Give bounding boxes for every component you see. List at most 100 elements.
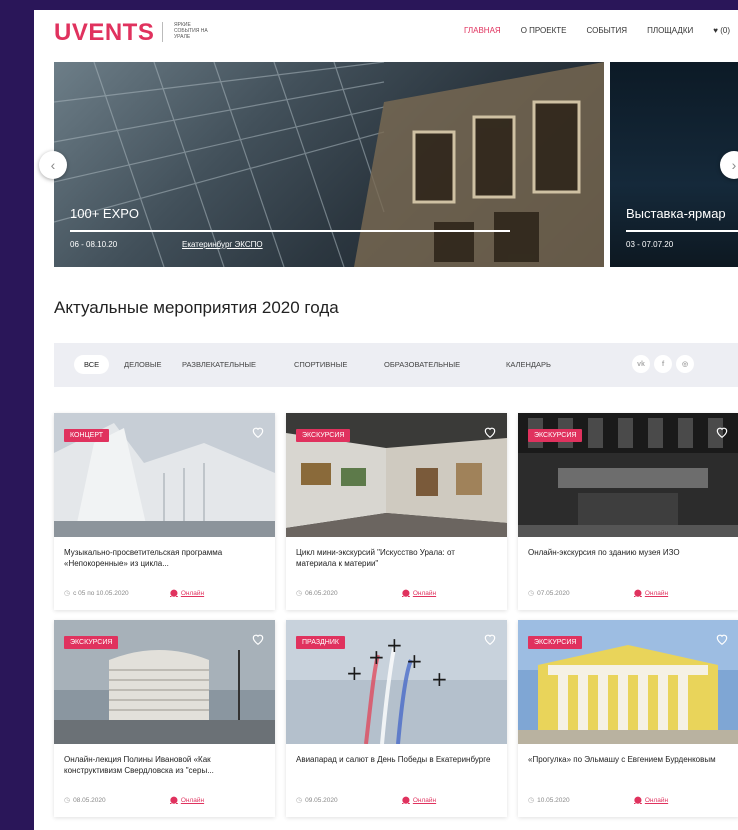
main-nav: ГЛАВНАЯ О ПРОЕКТЕ СОБЫТИЯ ПЛОЩАДКИ ♥ (0) xyxy=(464,26,730,35)
filter-all[interactable]: ВСЕ xyxy=(74,355,110,374)
event-card[interactable]: ЭКСКУРСИЯ Онлайн-лекция Полины Ивановой … xyxy=(54,620,275,817)
calendar-icon: ◷ xyxy=(64,797,71,804)
filter-entertainment[interactable]: РАЗВЛЕКАТЕЛЬНЫЕ xyxy=(182,360,256,369)
card-title: Авиапарад и салют в День Победы в Екатер… xyxy=(296,755,491,764)
date-text: 08.05.2020 xyxy=(73,796,106,804)
date-text: 10.05.2020 xyxy=(537,796,570,804)
card-location-link[interactable]: ⬤ Онлайн xyxy=(634,796,669,805)
category-badge: ПРАЗДНИК xyxy=(296,636,345,649)
heart-icon[interactable] xyxy=(715,632,729,646)
location-text: Онлайн xyxy=(644,796,669,804)
logo-divider xyxy=(162,22,163,42)
instagram-icon[interactable]: ◎ xyxy=(676,355,694,373)
heart-icon[interactable] xyxy=(715,425,729,439)
calendar-icon: ◷ xyxy=(64,590,71,597)
card-date: ◷ 08.05.2020 xyxy=(64,796,106,805)
favorites-link[interactable]: ♥ (0) xyxy=(713,26,730,35)
date-text: 09.05.2020 xyxy=(305,796,338,804)
card-location-link[interactable]: ⬤ Онлайн xyxy=(170,589,205,598)
card-date: ◷ 10.05.2020 xyxy=(528,796,570,805)
card-date: ◷ 06.05.2020 xyxy=(296,589,338,598)
facebook-icon[interactable]: f xyxy=(654,355,672,373)
slide-fair[interactable]: Выставка-ярмар 03 - 07.07.20 xyxy=(610,62,738,267)
card-title: Цикл мини-экскурсий "Искусство Урала: от… xyxy=(296,548,455,568)
card-title: Онлайн-лекция Полины Ивановой «Как конст… xyxy=(64,755,214,775)
card-title: «Прогулка» по Эльмашу с Евгением Бурденк… xyxy=(528,755,716,764)
card-title: Музыкально-просветительская программа «Н… xyxy=(64,548,223,568)
category-badge: ЭКСКУРСИЯ xyxy=(296,429,351,442)
logo[interactable]: UVENTS xyxy=(54,19,154,47)
svg-text:+: + xyxy=(368,645,385,669)
nav-about[interactable]: О ПРОЕКТЕ xyxy=(521,26,567,35)
heart-icon: ♥ xyxy=(713,26,718,35)
pin-icon: ⬤ xyxy=(402,797,410,804)
event-card[interactable]: ЭКСКУРСИЯ Цикл мини-экскурсий "Искусство… xyxy=(286,413,507,610)
filter-calendar[interactable]: КАЛЕНДАРЬ xyxy=(506,360,551,369)
tagline: яркие события на урале xyxy=(174,22,208,40)
date-text: 06.05.2020 xyxy=(305,589,338,597)
event-card[interactable]: ЭКСКУРСИЯ Онлайн-экскурсия по зданию муз… xyxy=(518,413,738,610)
pin-icon: ⬤ xyxy=(634,797,642,804)
event-card[interactable]: + + + + + ПРАЗДНИК Авиапарад и салют в День … xyxy=(286,620,507,817)
slide-place-link[interactable]: Екатеринбург ЭКСПО xyxy=(182,240,263,249)
nav-events[interactable]: СОБЫТИЯ xyxy=(587,26,628,35)
pin-icon: ⬤ xyxy=(170,797,178,804)
event-card[interactable]: КОНЦЕРТ Музыкально-просветительская прог… xyxy=(54,413,275,610)
card-location-link[interactable]: ⬤ Онлайн xyxy=(402,796,437,805)
slide-divider xyxy=(626,230,738,232)
filter-business[interactable]: ДЕЛОВЫЕ xyxy=(124,360,161,369)
card-location-link[interactable]: ⬤ Онлайн xyxy=(402,589,437,598)
heart-icon[interactable] xyxy=(251,425,265,439)
calendar-icon: ◷ xyxy=(296,797,303,804)
slide-date: 03 - 07.07.20 xyxy=(626,240,674,249)
favorites-count: (0) xyxy=(720,26,730,35)
calendar-icon: ◷ xyxy=(296,590,303,597)
location-text: Онлайн xyxy=(412,796,437,804)
category-badge: КОНЦЕРТ xyxy=(64,429,109,442)
pin-icon: ⬤ xyxy=(402,590,410,597)
chevron-left-icon: ‹ xyxy=(50,157,56,173)
card-date: ◷ 07.05.2020 xyxy=(528,589,570,598)
pin-icon: ⬤ xyxy=(170,590,178,597)
card-date: ◷ с 05 по 10.05.2020 xyxy=(64,589,129,598)
category-badge: ЭКСКУРСИЯ xyxy=(528,429,583,442)
location-text: Онлайн xyxy=(412,589,437,597)
card-location-link[interactable]: ⬤ Онлайн xyxy=(634,589,669,598)
hero-slider: 100+ EXPO 06 - 08.10.20 Екатеринбург ЭКС… xyxy=(34,62,738,267)
card-title: Онлайн-экскурсия по зданию музея ИЗО xyxy=(528,548,680,557)
nav-venues[interactable]: ПЛОЩАДКИ xyxy=(647,26,693,35)
calendar-icon: ◷ xyxy=(528,590,535,597)
location-text: Онлайн xyxy=(180,589,205,597)
date-text: 07.05.2020 xyxy=(537,589,570,597)
svg-text:+: + xyxy=(431,667,448,691)
slide-expo[interactable]: 100+ EXPO 06 - 08.10.20 Екатеринбург ЭКС… xyxy=(54,62,604,267)
chevron-right-icon: › xyxy=(731,157,737,173)
slider-prev-button[interactable]: ‹ xyxy=(39,151,67,179)
pin-icon: ⬤ xyxy=(634,590,642,597)
heart-icon[interactable] xyxy=(483,425,497,439)
location-text: Онлайн xyxy=(644,589,669,597)
site-header: UVENTS яркие события на урале ГЛАВНАЯ О … xyxy=(34,10,738,54)
card-location-link[interactable]: ⬤ Онлайн xyxy=(170,796,205,805)
page-frame: UVENTS яркие события на урале ГЛАВНАЯ О … xyxy=(34,10,738,830)
filter-sports[interactable]: СПОРТИВНЫЕ xyxy=(294,360,347,369)
svg-text:+: + xyxy=(406,649,423,673)
vk-icon[interactable]: vk xyxy=(632,355,650,373)
building-image xyxy=(54,62,604,267)
category-badge: ЭКСКУРСИЯ xyxy=(64,636,119,649)
heart-icon[interactable] xyxy=(483,632,497,646)
section-title: Актуальные мероприятия 2020 года xyxy=(54,298,339,317)
event-card[interactable]: ЭКСКУРСИЯ «Прогулка» по Эльмашу с Евгени… xyxy=(518,620,738,817)
slide-title: 100+ EXPO xyxy=(70,206,140,221)
nav-home[interactable]: ГЛАВНАЯ xyxy=(464,26,501,35)
date-text: с 05 по 10.05.2020 xyxy=(73,589,129,597)
slide-divider xyxy=(70,230,510,232)
filter-bar: ВСЕ ДЕЛОВЫЕ РАЗВЛЕКАТЕЛЬНЫЕ СПОРТИВНЫЕ О… xyxy=(54,343,738,387)
slide-title: Выставка-ярмар xyxy=(626,206,726,221)
filter-education[interactable]: ОБРАЗОВАТЕЛЬНЫЕ xyxy=(384,360,460,369)
heart-icon[interactable] xyxy=(251,632,265,646)
card-date: ◷ 09.05.2020 xyxy=(296,796,338,805)
location-text: Онлайн xyxy=(180,796,205,804)
svg-text:+: + xyxy=(346,661,363,685)
slide-date: 06 - 08.10.20 xyxy=(70,240,118,249)
